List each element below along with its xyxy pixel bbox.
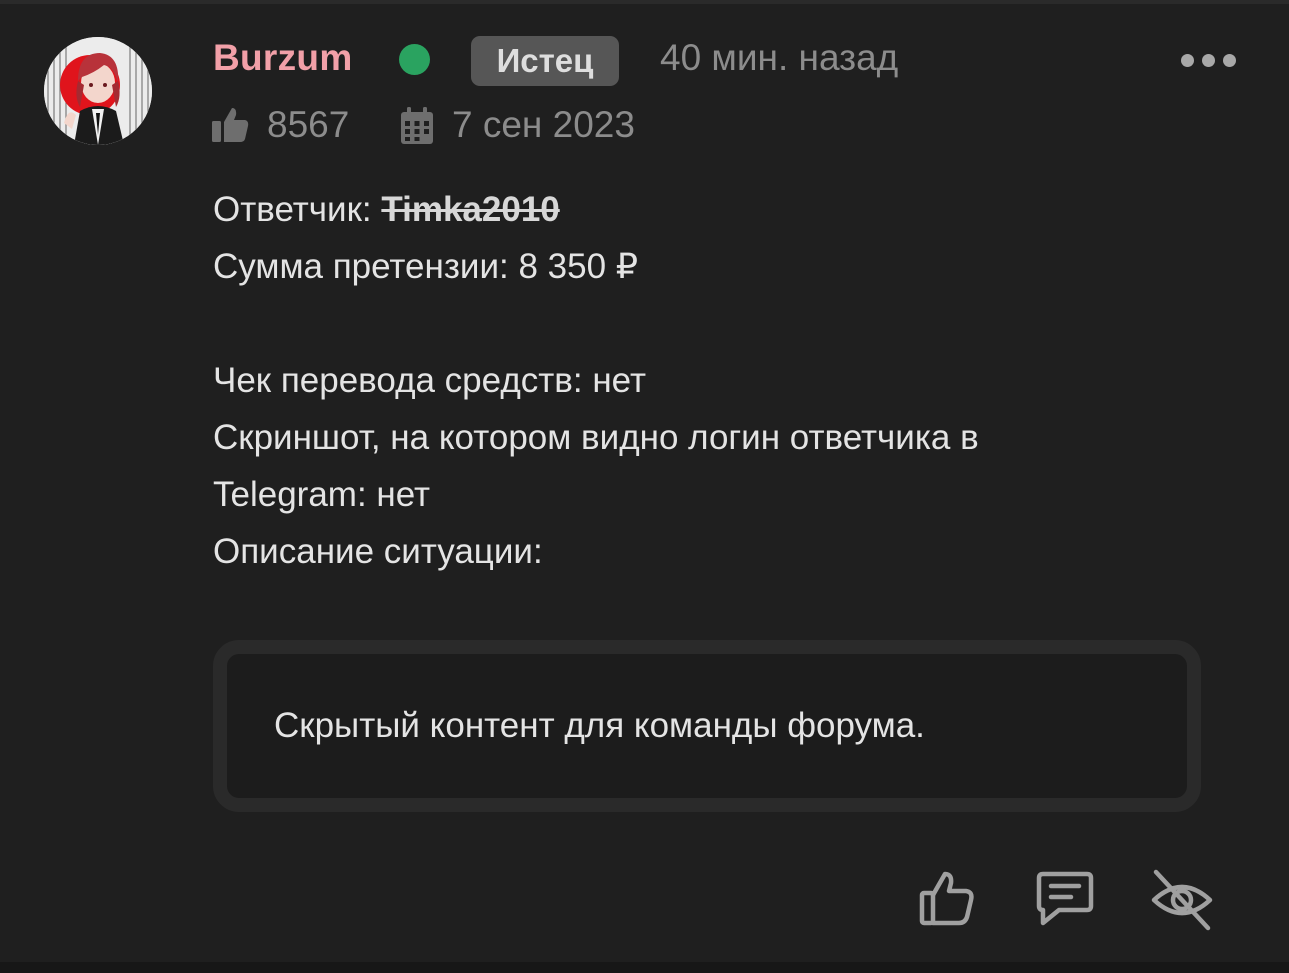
role-badge: Истец: [471, 36, 619, 86]
more-horizontal-icon: [1181, 54, 1194, 67]
respondent-line: Ответчик: Timka2010: [213, 190, 560, 230]
eye-off-icon[interactable]: [1150, 868, 1214, 932]
respondent-label: Ответчик:: [213, 190, 372, 229]
description-label: Описание ситуации:: [213, 532, 543, 571]
thumbs-up-icon: [212, 108, 249, 142]
user-likes-count: 8567: [267, 104, 350, 145]
claim-amount-line: Сумма претензии: 8 350 ₽: [213, 247, 639, 286]
more-dot: [1202, 54, 1215, 67]
receipt-line: Чек перевода средств: нет: [213, 361, 647, 400]
thumbs-up-icon[interactable]: [918, 869, 976, 927]
user-avatar[interactable]: [44, 37, 152, 145]
hidden-content-text: Скрытый контент для команды форума.: [274, 706, 925, 745]
registration-date: 7 сен 2023: [452, 104, 635, 145]
more-dot: [1223, 54, 1236, 67]
online-status-indicator: [399, 44, 430, 75]
post-timestamp[interactable]: 40 мин. назад: [660, 37, 898, 79]
username-link[interactable]: Burzum: [213, 37, 353, 79]
screenshot-line-continued: Telegram: нет: [213, 475, 431, 514]
screenshot-line: Скриншот, на котором видно логин ответчи…: [213, 418, 979, 457]
comment-icon[interactable]: [1035, 870, 1095, 928]
respondent-name-link[interactable]: Timka2010: [381, 190, 559, 229]
calendar-icon: [401, 107, 433, 144]
bottom-divider: [0, 962, 1289, 973]
more-options-button[interactable]: [1170, 40, 1246, 80]
top-divider: [0, 0, 1289, 4]
